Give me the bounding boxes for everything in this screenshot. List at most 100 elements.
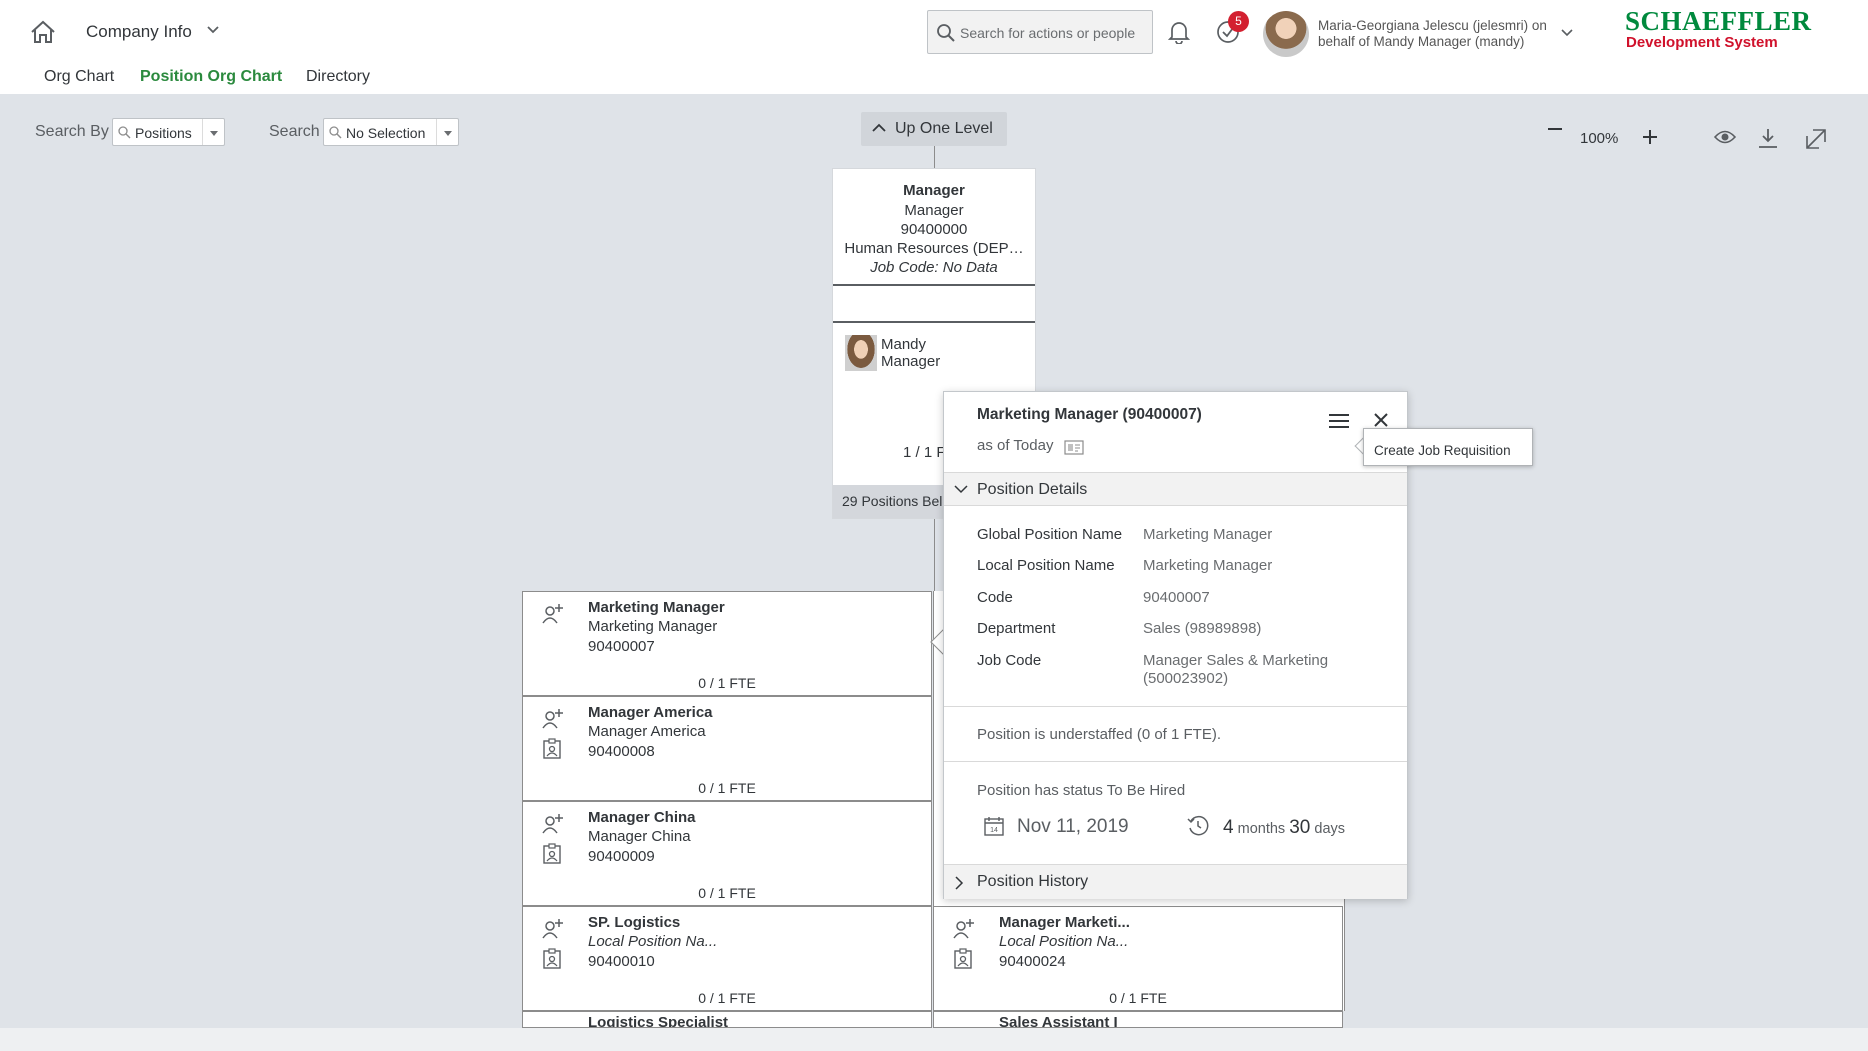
search-icon — [936, 23, 956, 43]
detail-label: Global Position Name — [977, 526, 1123, 543]
position-department: Human Resources (DEP… — [844, 240, 1024, 257]
dropdown-arrow-icon[interactable] — [436, 119, 458, 145]
position-name: Sales Assistant I — [999, 1014, 1118, 1028]
detail-value: Marketing Manager — [1143, 557, 1273, 574]
position-card[interactable]: SP. Logistics Local Position Na... 90400… — [522, 906, 932, 1011]
tab-directory[interactable]: Directory — [306, 68, 370, 86]
tab-position-org-chart[interactable]: Position Org Chart — [140, 68, 282, 86]
job-requisition-icon[interactable] — [542, 948, 564, 970]
detail-value: Sales (98989898) — [1143, 620, 1262, 637]
company-info-menu[interactable]: Company Info — [86, 22, 192, 42]
connector-line — [934, 519, 935, 591]
zoom-in-button[interactable] — [1643, 130, 1657, 144]
detail-label: Code — [977, 589, 1013, 606]
chevron-down-icon[interactable] — [1560, 28, 1574, 38]
add-person-icon[interactable] — [542, 708, 564, 730]
view-options-eye-icon[interactable] — [1714, 129, 1736, 145]
detail-value: Marketing Manager — [1143, 526, 1273, 543]
position-name: Manager America — [588, 704, 713, 721]
search-by-select[interactable]: Positions — [112, 118, 225, 146]
dropdown-arrow-icon[interactable] — [202, 119, 224, 145]
position-card[interactable]: Sales Assistant I — [933, 1011, 1343, 1028]
duration-open: 4 months 30 days — [1223, 817, 1346, 838]
job-requisition-icon[interactable] — [542, 738, 564, 760]
date-picker-icon[interactable] — [1064, 439, 1084, 455]
position-job-code: Job Code: No Data — [870, 259, 998, 276]
add-person-icon[interactable] — [953, 918, 975, 940]
zoom-level: 100% — [1580, 130, 1619, 147]
position-code: 90400009 — [588, 848, 655, 865]
divider — [944, 761, 1407, 762]
position-card[interactable]: Logistics Specialist — [522, 1011, 932, 1028]
position-name: Manager Marketi... — [999, 914, 1130, 931]
position-code: 90400008 — [588, 743, 655, 760]
chevron-down-icon — [954, 484, 968, 494]
add-person-icon[interactable] — [542, 918, 564, 940]
bottom-bar — [0, 1028, 1868, 1051]
as-of-date: as of Today — [977, 437, 1054, 454]
position-local-name: Local Position Na... — [999, 933, 1129, 950]
tab-org-chart[interactable]: Org Chart — [44, 68, 114, 86]
chevron-up-icon — [871, 122, 887, 134]
search-by-label: Search By — [35, 123, 109, 140]
position-details-header[interactable]: Position Details — [944, 472, 1407, 506]
search-by-value: Positions — [135, 125, 192, 141]
position-name: Manager China — [588, 809, 696, 826]
up-one-level-button[interactable]: Up One Level — [861, 112, 1007, 146]
add-person-icon[interactable] — [542, 603, 564, 625]
position-code: 90400007 — [588, 638, 655, 655]
search-icon — [329, 126, 342, 139]
chevron-down-icon[interactable] — [206, 25, 220, 35]
fullscreen-icon[interactable] — [1805, 128, 1827, 150]
menu-icon[interactable] — [1328, 412, 1350, 430]
home-icon[interactable] — [30, 20, 58, 44]
position-name: SP. Logistics — [588, 914, 681, 931]
job-requisition-icon[interactable] — [542, 843, 564, 865]
search-placeholder: Search for actions or people — [960, 25, 1136, 41]
position-history-header[interactable]: Position History — [944, 864, 1407, 899]
connector-line — [934, 146, 935, 168]
user-avatar[interactable] — [1263, 11, 1309, 57]
calendar-icon: 14 — [984, 816, 1004, 836]
chevron-right-icon — [954, 876, 964, 890]
notifications-bell-icon[interactable] — [1168, 20, 1190, 44]
position-name: Logistics Specialist — [588, 1014, 729, 1028]
popover-title: Marketing Manager (90400007) — [977, 406, 1202, 423]
svg-text:14: 14 — [990, 827, 998, 834]
divider — [833, 284, 1035, 286]
position-local-name: Manager America — [588, 723, 706, 740]
fte-count: 1 / 1 F — [903, 444, 946, 461]
zoom-out-button[interactable] — [1548, 128, 1562, 130]
job-requisition-icon[interactable] — [953, 948, 975, 970]
detail-label: Local Position Name — [977, 557, 1115, 574]
user-name[interactable]: Maria-Georgiana Jelescu (jelesmri) on be… — [1318, 18, 1556, 50]
download-icon[interactable] — [1757, 127, 1779, 149]
position-card[interactable]: Marketing Manager Marketing Manager 9040… — [522, 591, 932, 696]
company-logo: SCHAEFFLER — [1625, 6, 1812, 36]
position-card[interactable]: Manager Marketi... Local Position Na... … — [933, 906, 1343, 1011]
position-name: Marketing Manager — [588, 599, 725, 616]
fte-count: 0 / 1 FTE — [698, 780, 756, 796]
create-job-requisition-menu-item[interactable]: Create Job Requisition — [1363, 428, 1533, 466]
position-code: 90400000 — [900, 221, 968, 238]
status-message: Position has status To Be Hired — [977, 782, 1186, 799]
position-search-select[interactable]: No Selection — [323, 118, 459, 146]
up-one-level-label: Up One Level — [895, 120, 993, 137]
global-search-input[interactable]: Search for actions or people — [927, 10, 1153, 54]
search-value: No Selection — [346, 125, 426, 141]
position-code: 90400024 — [999, 953, 1066, 970]
position-title: Manager — [903, 182, 965, 199]
close-icon[interactable] — [1372, 411, 1390, 429]
position-local-name: Local Position Na... — [588, 933, 718, 950]
position-card[interactable]: Manager America Manager America 90400008… — [522, 696, 932, 801]
position-local-name: Manager China — [588, 828, 691, 845]
detail-value: 90400007 — [1143, 589, 1210, 606]
position-card[interactable]: Manager China Manager China 90400009 0 /… — [522, 801, 932, 906]
shell-bar: Company Info Search for actions or peopl… — [0, 0, 1868, 94]
incumbent-avatar — [845, 335, 877, 371]
task-count-badge: 5 — [1228, 11, 1249, 32]
incumbent-name[interactable]: Mandy Manager — [881, 336, 940, 370]
add-person-icon[interactable] — [542, 813, 564, 835]
position-local-name: Marketing Manager — [588, 618, 718, 635]
position-local-name: Manager — [904, 202, 964, 219]
